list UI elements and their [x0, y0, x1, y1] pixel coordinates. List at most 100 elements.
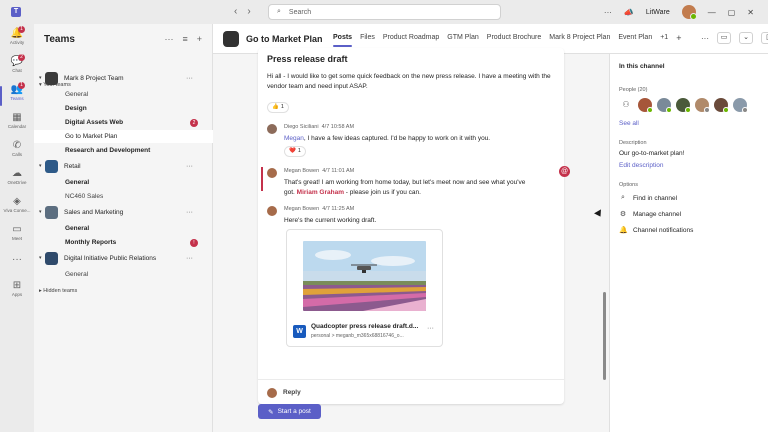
description-text: Our go-to-market plan!	[619, 150, 685, 157]
drone-over-tulips-image	[303, 241, 426, 311]
tab-product-roadmap[interactable]: Product Roadmap	[383, 34, 439, 42]
reply-button[interactable]: Reply	[283, 389, 301, 396]
avatar[interactable]	[714, 98, 729, 113]
pane-tools: ··· ≡ +	[164, 34, 202, 44]
filter-icon[interactable]: ≡	[182, 34, 187, 44]
team-more-icon[interactable]: ···	[186, 75, 193, 82]
rail-onedrive[interactable]: ☁ OneDrive	[0, 168, 34, 194]
add-icon[interactable]: +	[197, 34, 202, 44]
avatar[interactable]	[695, 98, 710, 113]
author-name: Diego Siciliani	[284, 124, 319, 130]
post-body: Hi all - I would like to get some quick …	[267, 73, 551, 90]
option-label: Find in channel	[633, 194, 678, 202]
rail-chat[interactable]: 💬 2 Chat	[0, 54, 34, 82]
more-options-icon[interactable]: ···	[604, 8, 612, 17]
rail-apps[interactable]: ⊞ Apps	[0, 280, 34, 306]
team-more-icon[interactable]: ···	[186, 163, 193, 170]
like-reaction[interactable]: 👍 1	[267, 102, 289, 113]
attachment-image[interactable]	[303, 241, 426, 311]
team-name: Mark 8 Project Team	[64, 74, 124, 82]
avatar[interactable]	[657, 98, 672, 113]
meet-video-icon[interactable]: ▭	[717, 32, 731, 44]
rail-meet[interactable]: ▭ Meet	[0, 224, 34, 250]
add-person-icon[interactable]: ⚇	[619, 98, 633, 112]
see-all-link[interactable]: See all	[619, 120, 639, 127]
minimize-icon[interactable]: —	[708, 8, 716, 17]
bell-icon: 🔔 1	[10, 26, 25, 39]
team-sales-marketing[interactable]: ▾ Sales and Marketing ···	[39, 205, 209, 219]
team-retail[interactable]: ▾ Retail ···	[39, 159, 209, 173]
team-avatar	[45, 205, 58, 219]
org-name: LitWare	[645, 8, 670, 16]
megaphone-icon[interactable]: 📣	[624, 8, 634, 17]
urgent-badge: !	[190, 239, 198, 247]
team-name: Retail	[64, 162, 81, 170]
mention[interactable]: Megan	[284, 135, 304, 142]
tab-gtm-plan[interactable]: GTM Plan	[447, 34, 479, 42]
file-name[interactable]: Quadcopter press release draft.d...	[311, 323, 421, 330]
side-panel-icon[interactable]: ▯	[761, 32, 768, 44]
team-more-icon[interactable]: ···	[186, 255, 193, 262]
find-in-channel[interactable]: ⌕ Find in channel	[619, 194, 677, 202]
file-row[interactable]: W Quadcopter press release draft.d... pe…	[293, 323, 438, 343]
avatar	[267, 388, 277, 398]
tab-product-brochure[interactable]: Product Brochure	[487, 34, 541, 42]
team-digital-initiative[interactable]: ▾ Digital Initiative Public Relations ··…	[39, 251, 209, 265]
option-label: Manage channel	[633, 210, 682, 218]
heart-reaction[interactable]: ❤️ 1	[284, 146, 306, 157]
rail-label: Chat	[12, 68, 22, 73]
tab-files[interactable]: Files	[360, 34, 375, 42]
rail-teams[interactable]: 👥 1 Teams	[0, 82, 34, 110]
start-post-button[interactable]: ✎ Start a post	[258, 404, 321, 419]
hidden-teams-header[interactable]: ▸ Hidden teams	[39, 288, 77, 294]
rail-calls[interactable]: ✆ Calls	[0, 140, 34, 166]
close-icon[interactable]: ✕	[747, 8, 754, 17]
channel-label: Go to Market Plan	[65, 133, 118, 140]
file-attachment-card[interactable]: W Quadcopter press release draft.d... pe…	[286, 229, 443, 347]
tab-posts[interactable]: Posts	[333, 34, 353, 47]
rail-activity[interactable]: 🔔 1 Activity	[0, 26, 34, 54]
rail-viva[interactable]: ◈ Viva Conne...	[0, 196, 34, 222]
add-tab-icon[interactable]: +	[676, 34, 681, 43]
chat-badge: 2	[18, 54, 25, 61]
more-options-icon[interactable]: ···	[164, 34, 173, 44]
manage-channel[interactable]: ⚙ Manage channel	[619, 210, 682, 219]
rail-label: Meet	[11, 236, 22, 241]
team-name: Digital Initiative Public Relations	[64, 254, 157, 262]
more-options-icon[interactable]: ···	[701, 34, 709, 43]
chevron-down-icon[interactable]: ⌄	[739, 32, 753, 44]
forward-arrow-icon[interactable]: ›	[247, 6, 250, 18]
restore-icon[interactable]: ▢	[728, 8, 736, 17]
search-input[interactable]: ⌕ Search	[268, 4, 501, 20]
bell-icon: 🔔	[619, 227, 628, 234]
channel-notifications[interactable]: 🔔 Channel notifications	[619, 226, 693, 235]
timestamp: 4/7 10:58 AM	[321, 124, 355, 130]
team-more-icon[interactable]: ···	[186, 209, 193, 216]
tab-event-plan[interactable]: Event Plan	[618, 34, 652, 42]
compose-icon: ✎	[268, 408, 274, 416]
tab-mark8-project-plan[interactable]: Mark 8 Project Plan	[549, 34, 610, 42]
avatar[interactable]	[638, 98, 653, 113]
tab-overflow[interactable]: +1	[660, 34, 668, 42]
file-more-icon[interactable]: ···	[427, 325, 434, 332]
edit-description-link[interactable]: Edit description	[619, 162, 663, 169]
title-bar-right: ··· 📣 LitWare — ▢ ✕	[604, 0, 768, 24]
avatar[interactable]	[733, 98, 748, 113]
rail-more[interactable]: ···	[0, 254, 34, 280]
rail-calendar[interactable]: ▦ Calendar	[0, 112, 34, 138]
reply-row[interactable]: Reply	[258, 379, 564, 404]
channel-go-to-market-plan[interactable]: Go to Market Plan	[34, 130, 213, 143]
message-text: That's great! I am working from home tod…	[284, 178, 554, 198]
search-icon: ⌕	[621, 194, 625, 201]
search-placeholder: Search	[288, 8, 312, 16]
avatar[interactable]	[676, 98, 691, 113]
urgent-mention[interactable]: Miriam Graham	[297, 189, 344, 196]
channel-title: Go to Market Plan	[246, 34, 323, 44]
team-avatar	[45, 71, 58, 85]
back-arrow-icon[interactable]: ‹	[234, 6, 237, 18]
scrollbar-thumb[interactable]	[603, 292, 606, 380]
profile-avatar[interactable]	[681, 5, 697, 20]
team-mark8[interactable]: ▾ Mark 8 Project Team ···	[39, 71, 209, 85]
post-card: Press release draft Hi all - I would lik…	[258, 48, 564, 404]
rail-label: Apps	[11, 292, 23, 297]
